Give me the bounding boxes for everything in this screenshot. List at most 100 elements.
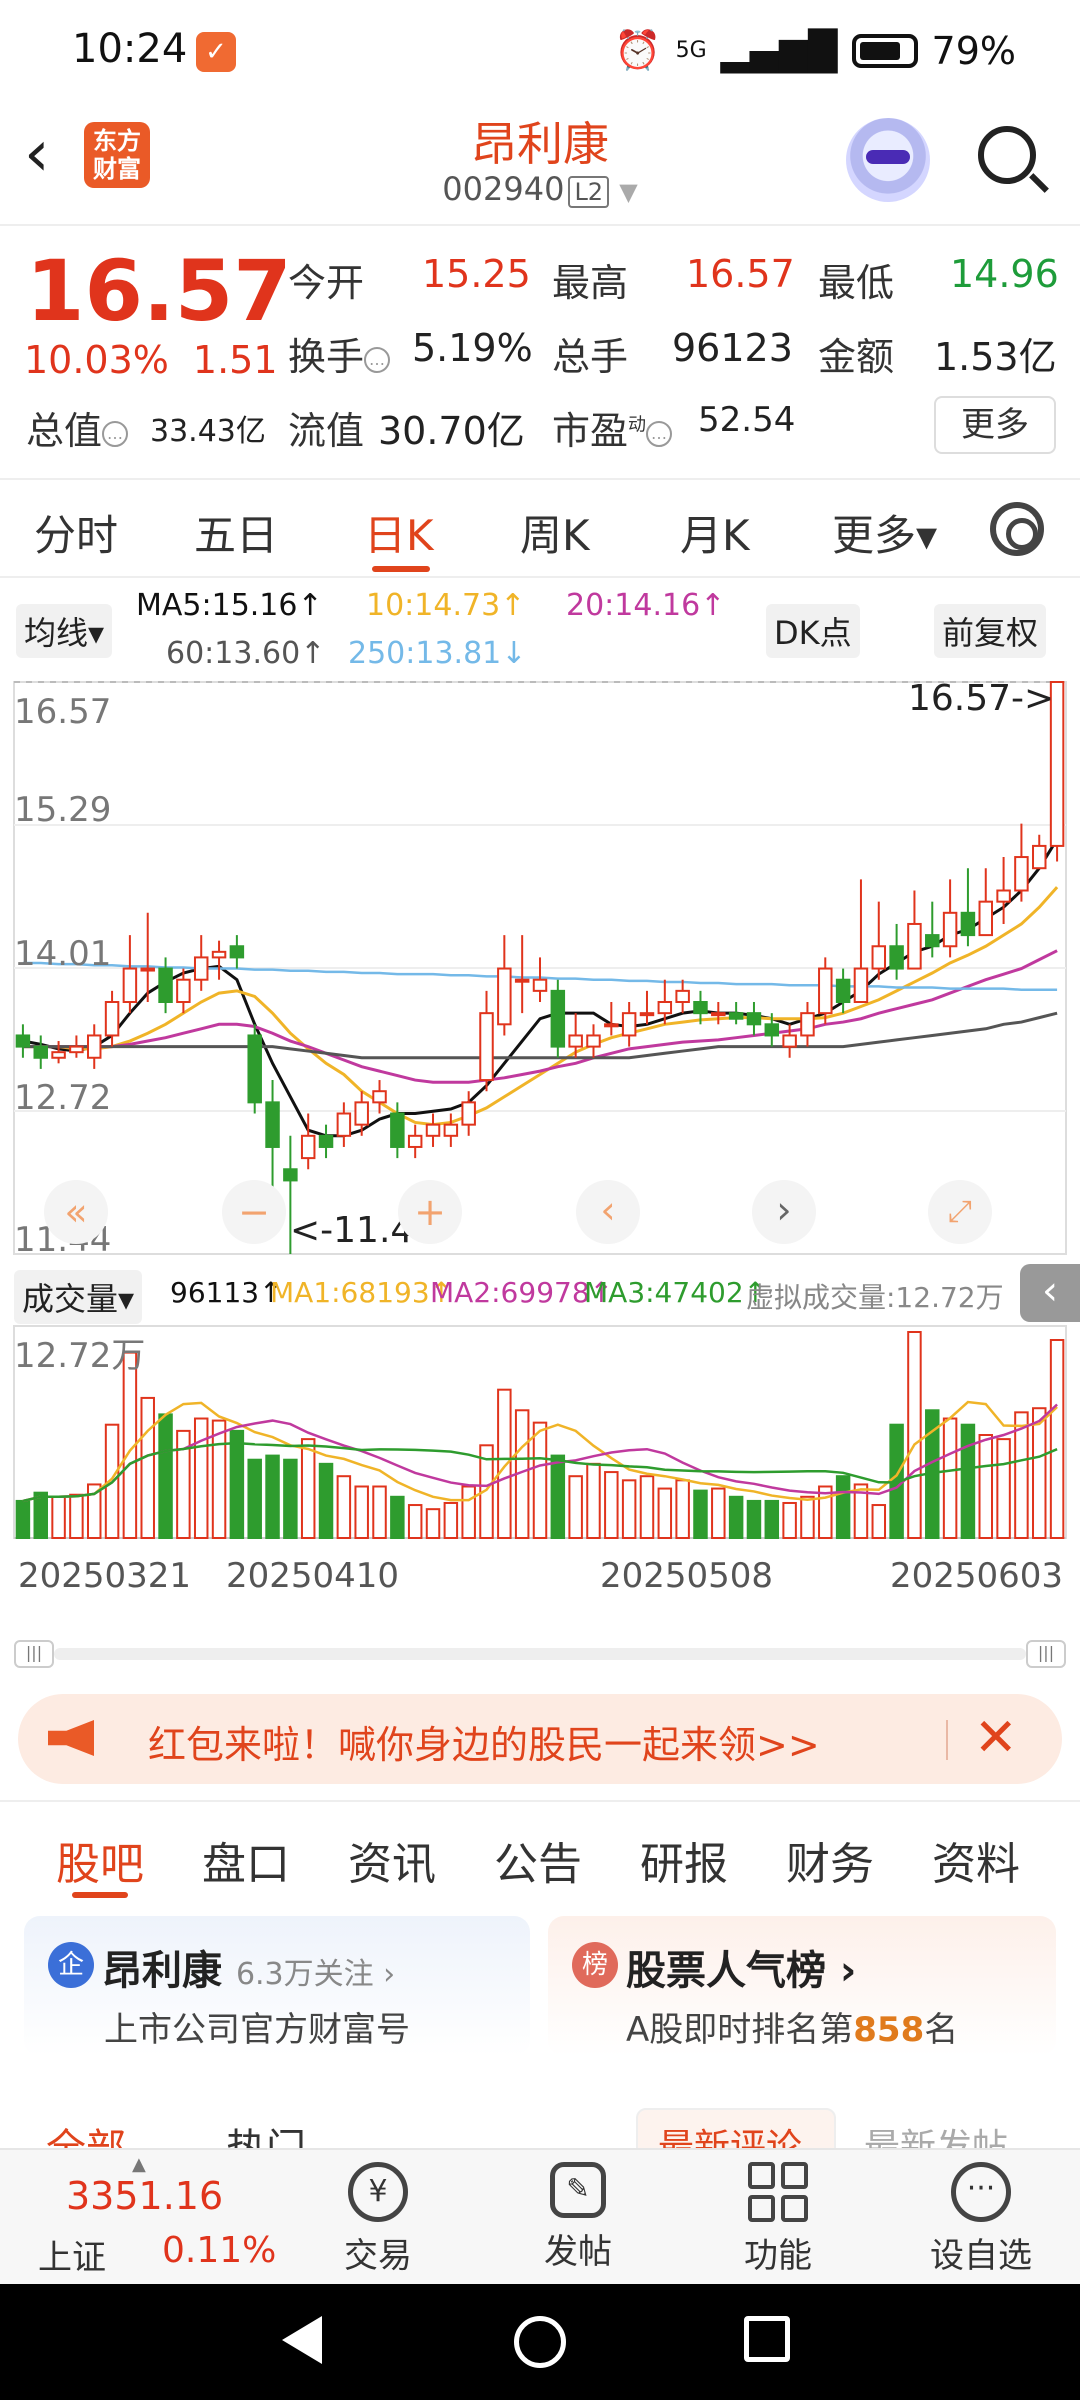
kline-chart[interactable]: 16.57 15.29 14.01 12.72 11.44 16.57-> <-… (0, 678, 1080, 1630)
tab-monthly-k[interactable]: 月K (680, 502, 750, 563)
dk-point-dropdown[interactable]: DK点 (766, 604, 860, 658)
volume-bar (354, 1485, 369, 1539)
candle-body (122, 967, 138, 1004)
candle-body (746, 1012, 762, 1026)
candle-body (639, 1012, 655, 1017)
prev-icon[interactable]: ‹ (576, 1180, 640, 1244)
subtab-latest-posts[interactable]: 最新发帖 (864, 2118, 1008, 2148)
nav-post[interactable]: ✎ 发帖 (528, 2162, 628, 2273)
collapse-panel-icon[interactable]: ‹ (1020, 1264, 1080, 1322)
candle-body (942, 911, 958, 948)
bottom-nav: ▲ 3351.16 上证 0.11% ¥ 交易 ✎ 发帖 功能 ··· 设自选 (0, 2148, 1080, 2284)
date-label: 20250508 (600, 1556, 774, 1596)
tab-weekly-k[interactable]: 周K (520, 502, 590, 563)
search-icon[interactable] (978, 126, 1036, 184)
candle-body (479, 1012, 494, 1082)
y-tick-label: 16.57 (14, 692, 112, 732)
tab-profile[interactable]: 资料 (932, 1828, 1020, 1892)
notification-icon: ✓ (196, 32, 236, 72)
volume-bar (15, 1499, 31, 1539)
popularity-rank-card[interactable]: 榜 股票人气榜 › A股即时排名第858名 (548, 1916, 1056, 2056)
volume-bar (746, 1499, 762, 1539)
fullscreen-icon[interactable]: ⤢ (928, 1180, 992, 1244)
scroll-left-icon[interactable]: « (44, 1180, 108, 1244)
candle-body (1032, 844, 1047, 870)
period-tabs: 分时 五日 日K 周K 月K 更多▾ (0, 478, 1080, 578)
level2-badge: L2 (568, 176, 610, 208)
subtab-latest-comments[interactable]: 最新评论 (658, 2118, 802, 2148)
ma10-value: 10:14.73↑ (366, 588, 526, 623)
close-icon[interactable]: ✕ (974, 1708, 1018, 1768)
high-value: 16.57 (686, 252, 795, 296)
system-home-icon[interactable] (514, 2316, 566, 2368)
volume-bar (372, 1485, 387, 1539)
red-packet-banner[interactable]: 红包来啦！喊你身边的股民一起来领>> ✕ (18, 1694, 1062, 1784)
tab-five-day[interactable]: 五日 (194, 502, 278, 563)
candle-body (711, 1012, 726, 1017)
adjust-dropdown[interactable]: 前复权 (934, 604, 1047, 658)
high-label: 最高 (552, 261, 629, 305)
candle-body (176, 978, 191, 1004)
volume-bar (871, 1504, 887, 1539)
nav-trade[interactable]: ¥ 交易 (328, 2162, 428, 2277)
tab-guba[interactable]: 股吧 (56, 1828, 144, 1892)
volume-bar (318, 1462, 334, 1540)
index-value: 3351.16 (66, 2174, 224, 2218)
tab-news[interactable]: 资讯 (348, 1828, 436, 1892)
candle-body (800, 1012, 815, 1037)
open-label: 今开 (288, 261, 365, 305)
more-dots-icon: ··· (951, 2162, 1011, 2222)
range-handle-left[interactable]: ||| (14, 1640, 54, 1668)
volume-current: 96113↑ (170, 1276, 283, 1309)
volume-bar (247, 1458, 262, 1539)
tab-finance[interactable]: 财务 (786, 1828, 874, 1892)
candle-body (550, 989, 566, 1048)
nav-add-watchlist[interactable]: ··· 设自选 (916, 2162, 1046, 2277)
chart-range-scrollbar[interactable]: ||| ||| (14, 1640, 1066, 1668)
float-label: 流值 (288, 409, 365, 453)
volume-bar (300, 1438, 316, 1539)
nav-functions[interactable]: 功能 (728, 2162, 828, 2277)
tab-intraday[interactable]: 分时 (34, 502, 118, 563)
subtab-hot[interactable]: 热门 (226, 2116, 306, 2148)
volume-bar (211, 1419, 227, 1540)
candle-body (835, 978, 851, 1004)
turnover-value: 5.19% (412, 326, 533, 370)
candle-body (265, 1101, 280, 1148)
settings-gear-icon[interactable] (990, 502, 1044, 556)
zoom-in-icon[interactable]: + (398, 1180, 462, 1244)
volume-bar (1049, 1339, 1065, 1539)
ma250-value: 250:13.81↓ (348, 636, 527, 671)
enterprise-icon: 企 (48, 1942, 94, 1988)
volume-bar (51, 1495, 66, 1539)
ma-legend: 均线▾ MA5:15.16↑ 10:14.73↑ 20:14.16↑ 60:13… (0, 580, 1080, 680)
tab-more[interactable]: 更多▾ (832, 502, 937, 563)
candle-body (318, 1134, 334, 1148)
candle-body (336, 1112, 352, 1137)
subtab-all[interactable]: 全部 (46, 2116, 126, 2148)
robot-assistant-icon[interactable] (846, 118, 930, 202)
tab-daily-k[interactable]: 日K (364, 502, 434, 563)
system-back-icon[interactable] (282, 2316, 322, 2364)
zoom-out-icon[interactable]: − (222, 1180, 286, 1244)
tab-announcements[interactable]: 公告 (494, 1828, 582, 1892)
official-account-card[interactable]: 企 昂利康 6.3万关注 › 上市公司官方财富号 (24, 1916, 530, 2056)
card-title: 股票人气榜 › (626, 1948, 857, 1994)
system-recents-icon[interactable] (744, 2316, 790, 2362)
volume-bar (407, 1504, 423, 1539)
volume-bar (568, 1475, 583, 1540)
system-nav-bar (0, 2284, 1080, 2400)
indicator-type-dropdown[interactable]: 均线▾ (16, 604, 113, 658)
tab-research[interactable]: 研报 (640, 1828, 728, 1892)
virtual-volume: 虚拟成交量:12.72万 (746, 1281, 1004, 1314)
card-subtitle: 上市公司官方财富号 (104, 2010, 410, 2050)
candle-body (300, 1134, 316, 1160)
status-time: 10:24 (72, 26, 188, 72)
more-button[interactable]: 更多 (934, 396, 1056, 454)
candle-body (140, 967, 155, 972)
range-handle-right[interactable]: ||| (1026, 1640, 1066, 1668)
volume-type-dropdown[interactable]: 成交量▾ (14, 1270, 143, 1324)
candle-body (69, 1045, 84, 1054)
next-icon[interactable]: › (752, 1180, 816, 1244)
tab-pankou[interactable]: 盘口 (202, 1828, 290, 1892)
